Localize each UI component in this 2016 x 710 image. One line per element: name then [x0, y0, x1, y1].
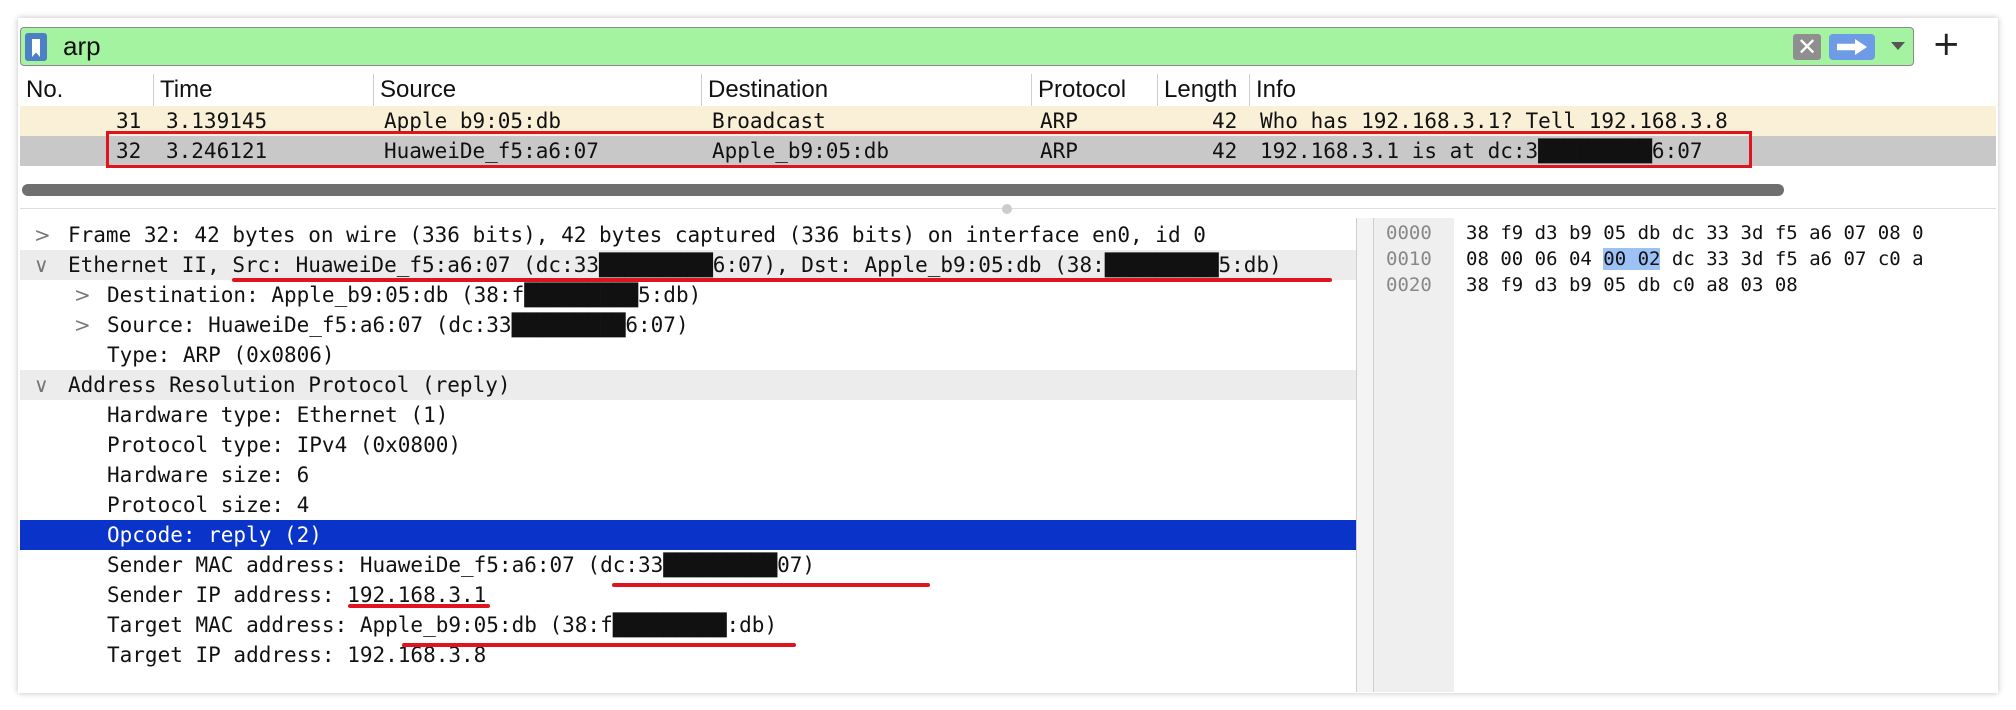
hex-offset: 0000	[1386, 222, 1432, 244]
tree-row-label: Frame 32: 42 bytes on wire (336 bits), 4…	[68, 223, 1206, 247]
tree-row-label: Target MAC address: Apple_b9:05:db (38:f…	[107, 613, 778, 637]
expand-arrow-icon[interactable]: >	[34, 220, 51, 250]
tree-row-frame[interactable]: > Frame 32: 42 bytes on wire (336 bits),…	[20, 220, 1356, 250]
tree-row-label: Type: ARP (0x0806)	[107, 343, 335, 367]
tree-row-ethernet[interactable]: ∨ Ethernet II, Src: HuaweiDe_f5:a6:07 (d…	[20, 250, 1356, 280]
expand-arrow-icon[interactable]: >	[74, 310, 91, 340]
annotation-box	[106, 131, 1752, 168]
expand-arrow-icon[interactable]: >	[74, 280, 91, 310]
tree-row-label: Sender MAC address: HuaweiDe_f5:a6:07 (d…	[107, 553, 816, 577]
hex-offset: 0010	[1386, 248, 1432, 270]
column-info[interactable]: Info	[1250, 74, 1996, 106]
tree-row-hardware-size[interactable]: Hardware size: 6	[20, 460, 1356, 490]
annotation-underline	[348, 604, 490, 608]
tree-row-sender-mac[interactable]: Sender MAC address: HuaweiDe_f5:a6:07 (d…	[20, 550, 1356, 580]
tree-row-target-mac[interactable]: Target MAC address: Apple_b9:05:db (38:f…	[20, 610, 1356, 640]
column-protocol[interactable]: Protocol	[1032, 74, 1158, 106]
hex-offset: 0020	[1386, 274, 1432, 296]
column-source[interactable]: Source	[374, 74, 702, 106]
annotation-underline	[232, 278, 1332, 282]
hex-dump-pane: 0000 38 f9 d3 b9 05 db dc 33 3d f5 a6 07…	[1374, 218, 1996, 692]
collapse-arrow-icon[interactable]: ∨	[34, 250, 49, 280]
tree-row-label: Protocol size: 4	[107, 493, 310, 517]
tree-row-opcode-selected[interactable]: Opcode: reply (2)	[20, 520, 1356, 550]
column-length[interactable]: Length	[1158, 74, 1250, 106]
tree-row-eth-source[interactable]: > Source: HuaweiDe_f5:a6:07 (dc:33██████…	[20, 310, 1356, 340]
hex-bytes[interactable]: 38 f9 d3 b9 05 db dc 33 3d f5 a6 07 08 0	[1466, 220, 1924, 246]
hex-bytes[interactable]: 38 f9 d3 b9 05 db c0 a8 03 08	[1466, 272, 1798, 298]
column-no[interactable]: No.	[20, 74, 154, 106]
tree-row-eth-type[interactable]: Type: ARP (0x0806)	[20, 340, 1356, 370]
packet-list-header: No. Time Source Destination Protocol Len…	[20, 74, 1996, 107]
annotation-underline	[402, 643, 796, 647]
display-filter-bar[interactable]: arp ✕	[20, 27, 1914, 66]
clear-icon[interactable]: ✕	[1793, 34, 1821, 60]
splitter-handle[interactable]	[1002, 204, 1012, 214]
tree-row-arp[interactable]: ∨ Address Resolution Protocol (reply)	[20, 370, 1356, 400]
tree-row-label: Protocol type: IPv4 (0x0800)	[107, 433, 462, 457]
column-destination[interactable]: Destination	[702, 74, 1032, 106]
tree-row-protocol-type[interactable]: Protocol type: IPv4 (0x0800)	[20, 430, 1356, 460]
dropdown-icon[interactable]	[1891, 42, 1905, 50]
highlighted-bytes[interactable]: 00 02	[1603, 248, 1661, 270]
tree-row-hardware-type[interactable]: Hardware type: Ethernet (1)	[20, 400, 1356, 430]
tree-row-label: Source: HuaweiDe_f5:a6:07 (dc:33████████…	[107, 313, 689, 337]
hex-bytes[interactable]: 08 00 06 04 00 02 dc 33 3d f5 a6 07 c0 a	[1466, 246, 1924, 272]
filter-input[interactable]: arp	[63, 31, 101, 62]
annotation-underline	[612, 583, 930, 587]
tree-row-label: Hardware type: Ethernet (1)	[107, 403, 449, 427]
tree-row-label: Address Resolution Protocol (reply)	[68, 373, 511, 397]
vertical-splitter[interactable]	[1356, 218, 1374, 692]
tree-row-protocol-size[interactable]: Protocol size: 4	[20, 490, 1356, 520]
apply-arrow-icon[interactable]	[1829, 34, 1875, 60]
collapse-arrow-icon[interactable]: ∨	[34, 370, 49, 400]
plus-icon[interactable]: +	[1932, 24, 1961, 64]
tree-row-label: Hardware size: 6	[107, 463, 310, 487]
tree-row-eth-destination[interactable]: > Destination: Apple_b9:05:db (38:f█████…	[20, 280, 1356, 310]
bookmark-icon[interactable]	[25, 33, 47, 61]
tree-row-label: Opcode: reply (2)	[107, 523, 322, 547]
horizontal-scrollbar[interactable]	[22, 184, 1784, 196]
column-time[interactable]: Time	[154, 74, 374, 106]
tree-row-label: Ethernet II, Src: HuaweiDe_f5:a6:07 (dc:…	[68, 253, 1282, 277]
tree-row-label: Destination: Apple_b9:05:db (38:f███████…	[107, 283, 702, 307]
packet-details-pane: > Frame 32: 42 bytes on wire (336 bits),…	[20, 220, 1356, 692]
